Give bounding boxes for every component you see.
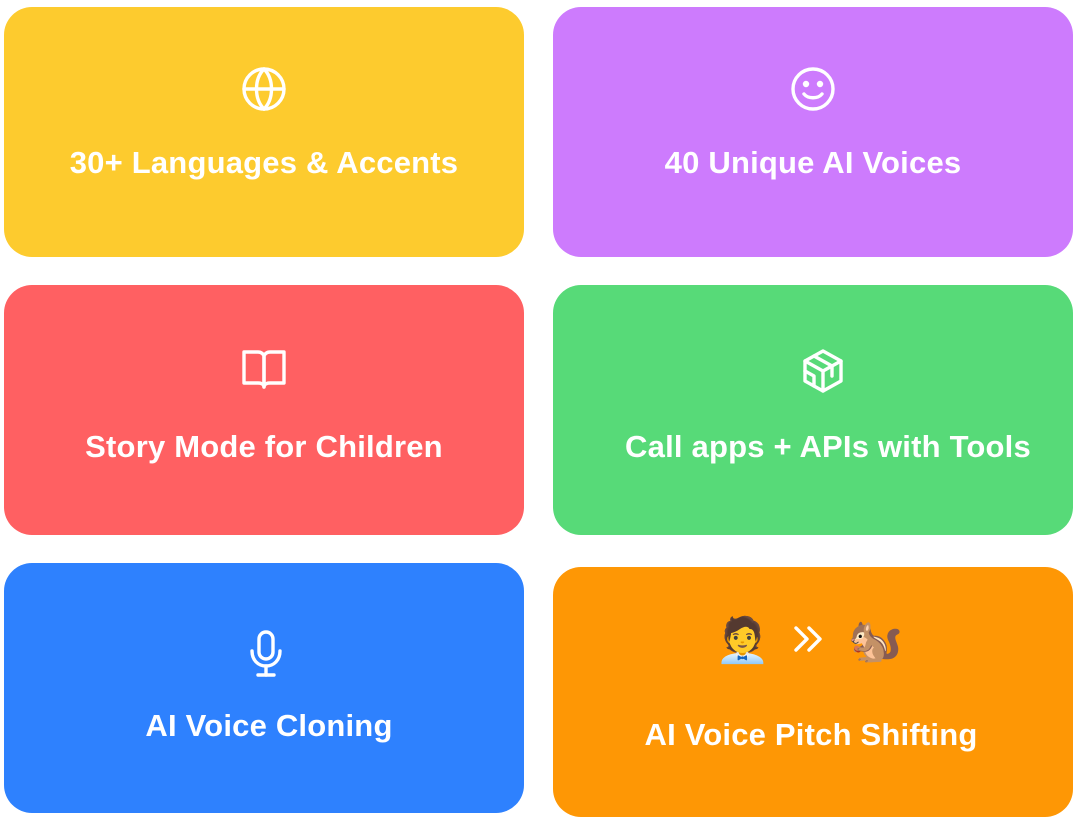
double-chevron-right-icon [792, 624, 826, 659]
person-emoji-icon: 🧑‍💼 [715, 616, 770, 665]
cube-icon [553, 348, 1073, 394]
feature-card-voices: 40 Unique AI Voices [553, 7, 1073, 257]
smiley-icon [553, 65, 1073, 113]
globe-icon [4, 65, 524, 113]
feature-card-pitch-shifting: 🧑‍💼 🐿️ AI Voice Pitch Shifting [553, 567, 1073, 817]
feature-title: 40 Unique AI Voices [664, 145, 962, 180]
book-icon [4, 347, 524, 391]
feature-card-story-mode: Story Mode for Children [4, 285, 524, 535]
feature-title: AI Voice Cloning [145, 708, 393, 743]
feature-card-languages: 30+ Languages & Accents [4, 7, 524, 257]
feature-title: 30+ Languages & Accents [69, 145, 459, 180]
feature-title: Story Mode for Children [85, 429, 443, 464]
feature-title: Call apps + APIs with Tools [625, 429, 1031, 464]
feature-card-voice-cloning: AI Voice Cloning [4, 563, 524, 813]
microphone-icon [4, 629, 524, 679]
feature-title: AI Voice Pitch Shifting [644, 717, 978, 752]
feature-card-tools: Call apps + APIs with Tools [553, 285, 1073, 535]
pitch-shift-icons: 🧑‍💼 🐿️ [553, 619, 1073, 663]
chipmunk-emoji-icon: 🐿️ [848, 616, 903, 665]
